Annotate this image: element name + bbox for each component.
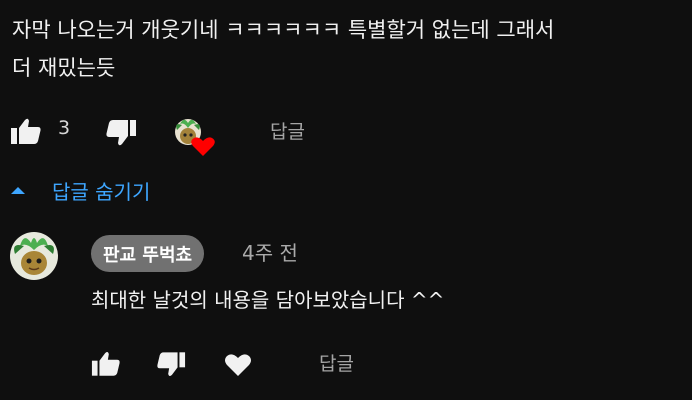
heart-icon bbox=[191, 137, 215, 156]
reply-time[interactable]: 4주 전 bbox=[242, 238, 298, 268]
reply-text: 최대한 날것의 내용을 담아보았습니다 ^^ bbox=[91, 288, 445, 312]
thumbs-up-icon bbox=[91, 351, 120, 376]
comment-text: 자막 나오는거 개웃기네 ㅋㅋㅋㅋㅋㅋ 특별할거 없는데 그래서 더 재밌는듯 bbox=[12, 11, 682, 87]
thumbs-up-icon bbox=[11, 118, 41, 144]
reply-like-button[interactable] bbox=[91, 350, 121, 377]
thumbs-down-icon bbox=[157, 352, 186, 377]
reply-heart-button[interactable] bbox=[224, 352, 252, 377]
hide-replies-label: 답글 숨기기 bbox=[52, 179, 151, 204]
reply-dislike-button[interactable] bbox=[156, 351, 186, 378]
thumbs-down-icon bbox=[106, 120, 136, 146]
creator-avatar-heart bbox=[175, 119, 215, 156]
heart-icon bbox=[225, 354, 251, 376]
creator-heart bbox=[172, 116, 218, 162]
comment-text-line2: 더 재밌는듯 bbox=[12, 56, 116, 80]
author-badge[interactable]: 판교 뚜벅쵸 bbox=[91, 235, 205, 272]
chevron-up-icon bbox=[11, 187, 25, 194]
like-count: 3 bbox=[58, 117, 71, 139]
hide-replies-button[interactable]: 답글 숨기기 bbox=[8, 172, 150, 208]
like-button[interactable] bbox=[10, 117, 42, 145]
comment-text-line1: 자막 나오는거 개웃기네 ㅋㅋㅋㅋㅋㅋ 특별할거 없는데 그래서 bbox=[12, 18, 555, 42]
reply-button[interactable]: 답글 bbox=[270, 117, 305, 144]
avatar[interactable] bbox=[10, 232, 58, 284]
dislike-button[interactable] bbox=[105, 119, 137, 147]
reply-reply-button[interactable]: 답글 bbox=[319, 349, 354, 376]
reply-author-avatar bbox=[10, 232, 58, 280]
